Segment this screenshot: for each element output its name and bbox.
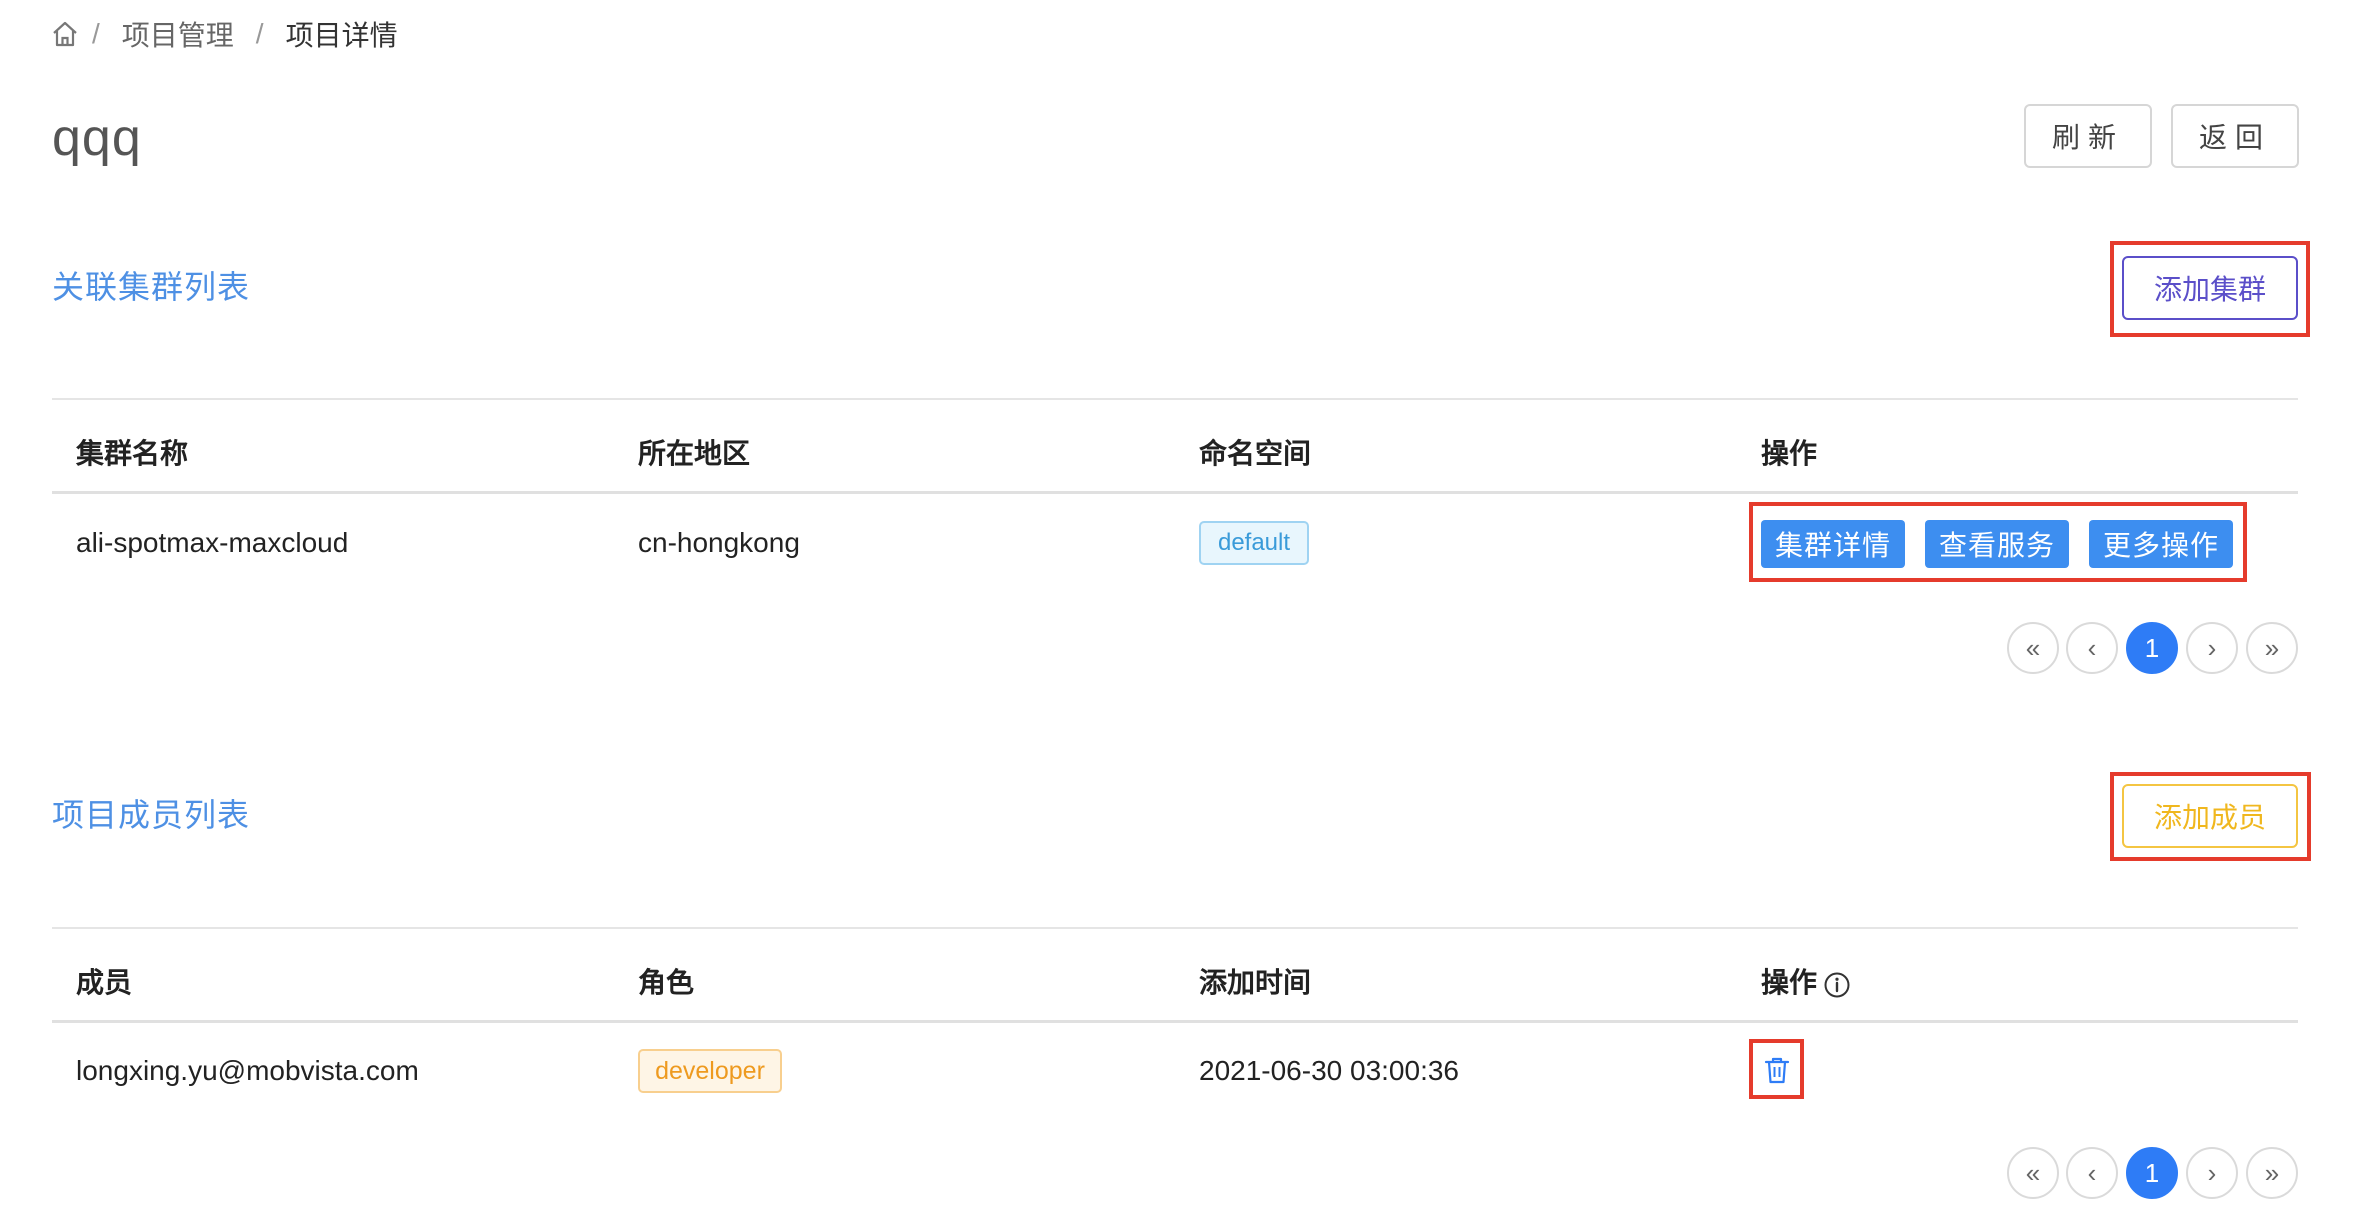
trash-icon bbox=[1763, 1055, 1791, 1085]
info-circle-icon[interactable] bbox=[1823, 971, 1851, 999]
member-email-cell: longxing.yu@mobvista.com bbox=[76, 1055, 419, 1086]
pager-page-1[interactable]: 1 bbox=[2126, 1147, 2178, 1199]
table-header-border bbox=[52, 1020, 2298, 1023]
pager-first-button[interactable]: « bbox=[2007, 622, 2059, 674]
table-header-border bbox=[52, 491, 2298, 494]
region-cell: cn-hongkong bbox=[638, 527, 800, 558]
added-time-cell: 2021-06-30 03:00:36 bbox=[1199, 1055, 1459, 1086]
back-button[interactable]: 返回 bbox=[2171, 104, 2299, 168]
home-icon[interactable] bbox=[50, 19, 80, 49]
pager-next-button[interactable]: › bbox=[2186, 622, 2238, 674]
more-actions-button[interactable]: 更多操作 bbox=[2089, 520, 2233, 568]
table-top-border bbox=[52, 398, 2298, 400]
pager-page-1[interactable]: 1 bbox=[2126, 622, 2178, 674]
column-header-region: 所在地区 bbox=[638, 438, 751, 469]
cluster-detail-button[interactable]: 集群详情 bbox=[1761, 520, 1905, 568]
cluster-section-title: 关联集群列表 bbox=[52, 269, 251, 305]
pager-prev-button[interactable]: ‹ bbox=[2066, 1147, 2118, 1199]
column-header-namespace: 命名空间 bbox=[1199, 438, 1312, 469]
pager-prev-button[interactable]: ‹ bbox=[2066, 622, 2118, 674]
view-services-button[interactable]: 查看服务 bbox=[1925, 520, 2069, 568]
role-tag: developer bbox=[638, 1049, 782, 1093]
add-member-button[interactable]: 添加成员 bbox=[2122, 784, 2298, 848]
pager-last-button[interactable]: » bbox=[2246, 622, 2298, 674]
refresh-button[interactable]: 刷新 bbox=[2024, 104, 2152, 168]
breadcrumb-separator: / bbox=[255, 18, 264, 49]
actions-label: 操作 bbox=[1761, 967, 1818, 998]
add-cluster-button[interactable]: 添加集群 bbox=[2122, 256, 2298, 320]
namespace-tag: default bbox=[1199, 521, 1309, 565]
page-title: qqq bbox=[52, 109, 142, 167]
breadcrumb-separator: / bbox=[92, 18, 100, 49]
pager-next-button[interactable]: › bbox=[2186, 1147, 2238, 1199]
pager-first-button[interactable]: « bbox=[2007, 1147, 2059, 1199]
breadcrumb-item-project-management[interactable]: 项目管理 bbox=[122, 14, 234, 54]
column-header-member-actions: 操作 bbox=[1761, 961, 1851, 1001]
breadcrumb: / 项目管理 / 项目详情 bbox=[50, 14, 398, 54]
column-header-added-time: 添加时间 bbox=[1199, 967, 1312, 998]
cluster-name-cell: ali-spotmax-maxcloud bbox=[76, 527, 349, 558]
table-top-border bbox=[52, 927, 2298, 929]
column-header-role: 角色 bbox=[638, 967, 695, 998]
breadcrumb-item-project-detail: 项目详情 bbox=[285, 20, 398, 51]
column-header-cluster-name: 集群名称 bbox=[76, 438, 189, 469]
delete-member-button[interactable] bbox=[1761, 1054, 1793, 1086]
column-header-actions: 操作 bbox=[1761, 438, 1818, 469]
column-header-member: 成员 bbox=[76, 967, 133, 998]
pager-last-button[interactable]: » bbox=[2246, 1147, 2298, 1199]
member-section-title: 项目成员列表 bbox=[52, 797, 251, 833]
